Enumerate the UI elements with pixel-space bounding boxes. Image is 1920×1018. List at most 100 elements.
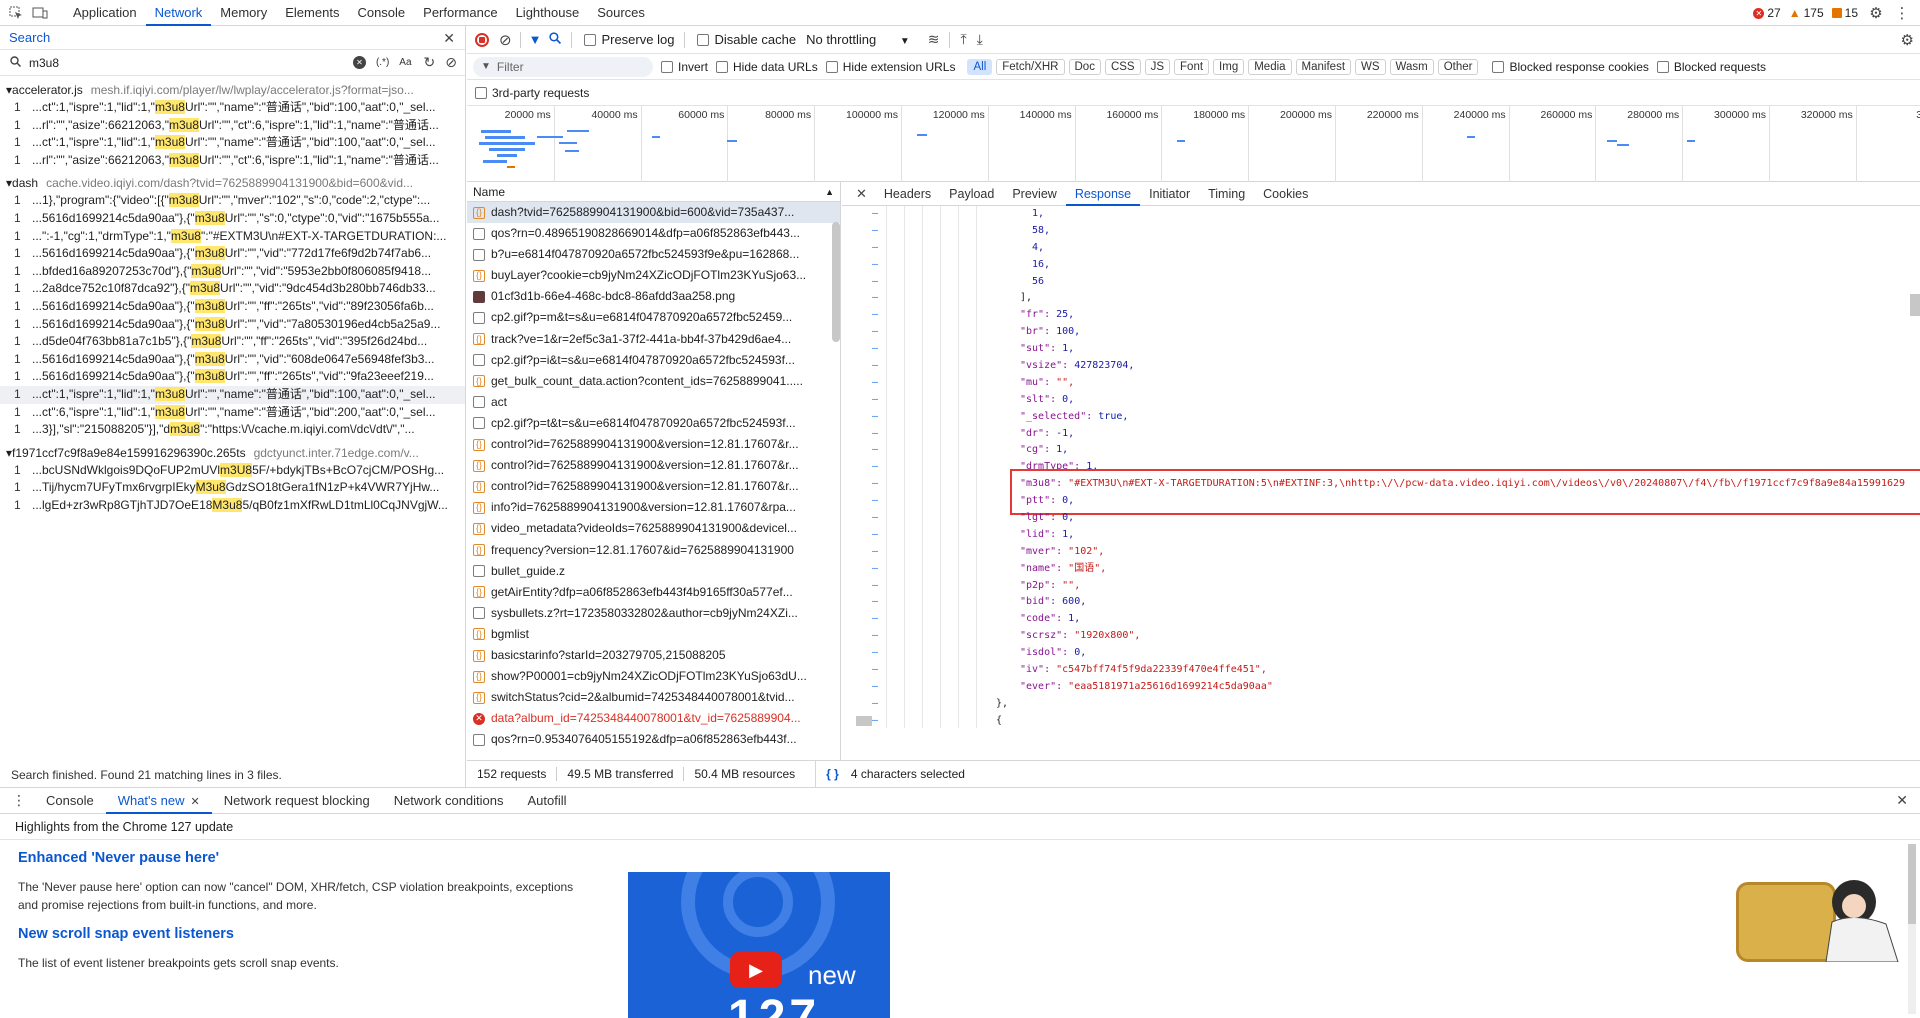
search-result-line[interactable]: 1 ...5616d1699214c5da90aa"},{"m3u8Url":""… <box>0 298 465 316</box>
drawer-tab-console[interactable]: Console <box>34 788 106 814</box>
response-viewer[interactable]: – 1, – 58, – 4, – 16, – 56 –], – "fr": 25, – "br": 100… <box>842 206 1920 728</box>
whats-new-title[interactable]: New scroll snap event listeners <box>18 926 578 942</box>
clear-results-icon[interactable]: ⊘ <box>445 54 457 71</box>
detail-tab-cookies[interactable]: Cookies <box>1254 182 1317 206</box>
request-row[interactable]: {} getAirEntity?dfp=a06f852863efb443f4b91… <box>467 582 840 603</box>
drawer-tab-what-s-new[interactable]: What's new ✕ <box>105 788 212 814</box>
search-result-line[interactable]: 1 ...Tij/hycm7UFyTmx6rvgrpIEkyM3u8GdzSO18… <box>0 479 465 497</box>
request-row[interactable]: {} control?id=7625889904131900&version=12… <box>467 476 840 497</box>
search-result-line[interactable]: 1 ...3}],"sl":"215088205"}],"dm3u8":"http… <box>0 421 465 439</box>
close-detail-icon[interactable]: ✕ <box>856 186 867 202</box>
request-row[interactable]: qos?rn=0.9534076405155192&dfp=a06f852863… <box>467 729 840 750</box>
request-row[interactable]: {} frequency?version=12.81.17607&id=76258… <box>467 540 840 561</box>
type-filter-all[interactable]: All <box>967 58 993 75</box>
close-search-icon[interactable]: ✕ <box>443 26 455 50</box>
more-options-icon[interactable]: ⋮ <box>1894 5 1910 22</box>
drawer-scrollbar[interactable] <box>1908 844 1916 1014</box>
name-column-header[interactable]: Name ▲ <box>467 182 840 202</box>
type-filter-manifest[interactable]: Manifest <box>1295 58 1352 75</box>
type-filter-font[interactable]: Font <box>1174 58 1210 75</box>
search-result-line[interactable]: 1 ...rl":"","asize":66212063,"m3u8Url":""… <box>0 117 465 135</box>
match-case-icon[interactable]: Aa <box>399 57 411 68</box>
disable-cache-checkbox[interactable] <box>697 33 710 46</box>
search-result-file[interactable]: ▾accelerator.js mesh.if.iqiyi.com/player/… <box>0 82 465 99</box>
inspect-element-icon[interactable] <box>8 5 24 21</box>
search-result-line[interactable]: 1 ...lgEd+zr3wRp8GTjhTJD7OeE18M3u85/qB0fz… <box>0 497 465 515</box>
search-result-file[interactable]: ▾f1971ccf7c9f8a9e84e159916296390c.265ts g… <box>0 445 465 462</box>
search-result-line[interactable]: 1 ...ct":1,"ispre":1,"lid":1,"m3u8Url":""… <box>0 99 465 117</box>
blocked-requests-checkbox[interactable] <box>1656 60 1669 73</box>
youtube-play-icon[interactable]: ▶ <box>730 952 782 988</box>
panel-tab-network[interactable]: Network <box>145 0 212 26</box>
panel-tab-lighthouse[interactable]: Lighthouse <box>507 0 589 26</box>
search-result-line[interactable]: 1 ...ct":6,"ispre":1,"lid":1,"m3u8Url":""… <box>0 404 465 422</box>
type-filter-css[interactable]: CSS <box>1104 58 1141 75</box>
type-filter-ws[interactable]: WS <box>1355 58 1386 75</box>
chrome-127-video-thumbnail[interactable]: ▶ new 127 <box>628 872 890 1018</box>
request-row[interactable]: {} basicstarinfo?starId=203279705,2150882… <box>467 645 840 666</box>
network-conditions-icon[interactable]: ≋ <box>928 31 940 48</box>
search-result-line[interactable]: 1 ...":-1,"cg":1,"drmType":1,"m3u8":"#EXT… <box>0 228 465 246</box>
search-result-line[interactable]: 1 ...5616d1699214c5da90aa"},{"m3u8Url":""… <box>0 368 465 386</box>
regex-toggle-icon[interactable]: (.*) <box>376 57 389 68</box>
search-input[interactable]: m3u8 <box>29 56 353 70</box>
request-row[interactable]: {} switchStatus?cid=2&albumid=74253484400… <box>467 687 840 708</box>
device-toolbar-icon[interactable] <box>32 5 48 21</box>
type-filter-wasm[interactable]: Wasm <box>1389 58 1434 75</box>
drawer-tab-network-conditions[interactable]: Network conditions <box>382 788 516 814</box>
drawer-menu-icon[interactable]: ⋮ <box>12 792 26 809</box>
request-list-scrollbar[interactable] <box>832 222 840 342</box>
type-filter-fetch-xhr[interactable]: Fetch/XHR <box>996 58 1065 75</box>
search-result-file[interactable]: ▾dash cache.video.iqiyi.com/dash?tvid=762… <box>0 175 465 192</box>
panel-tab-application[interactable]: Application <box>64 0 146 26</box>
detail-tab-initiator[interactable]: Initiator <box>1140 182 1199 206</box>
search-result-line[interactable]: 1 ...5616d1699214c5da90aa"},{"m3u8Url":""… <box>0 351 465 369</box>
search-result-line[interactable]: 1 ...bfded16a89207253c70d"},{"m3u8Url":""… <box>0 263 465 281</box>
detail-tab-payload[interactable]: Payload <box>940 182 1003 206</box>
horizontal-scrollbar[interactable] <box>856 716 872 726</box>
search-result-line[interactable]: 1 ...bcUSNdWklgois9DQoFUP2mUVlm3U85F/+bdy… <box>0 462 465 480</box>
panel-tab-performance[interactable]: Performance <box>414 0 506 26</box>
clear-log-icon[interactable]: ⊘ <box>499 31 512 49</box>
request-row[interactable]: act <box>467 392 840 413</box>
hide-extension-urls-checkbox[interactable] <box>825 60 838 73</box>
search-result-line[interactable]: 1 ...5616d1699214c5da90aa"},{"m3u8Url":""… <box>0 245 465 263</box>
panel-tab-sources[interactable]: Sources <box>588 0 654 26</box>
response-scrollbar[interactable] <box>1910 294 1920 316</box>
close-tab-icon[interactable]: ✕ <box>191 796 200 808</box>
type-filter-img[interactable]: Img <box>1213 58 1245 75</box>
preserve-log-checkbox[interactable] <box>584 33 597 46</box>
search-result-line[interactable]: 1 ...rl":"","asize":66212063,"m3u8Url":""… <box>0 152 465 170</box>
refresh-search-icon[interactable]: ↻ <box>424 54 436 71</box>
network-overview-timeline[interactable]: 20000 ms 40000 ms 60000 ms 80000 ms 100000 m… <box>467 106 1920 182</box>
search-panel-title[interactable]: Search <box>9 30 50 45</box>
search-result-line[interactable]: 1 ...1},"program":{"video":[{"m3u8Url":""… <box>0 192 465 210</box>
request-row[interactable]: ✕ data?album_id=7425348440078001&tv_id=76… <box>467 708 840 729</box>
invert-checkbox[interactable] <box>661 60 673 73</box>
request-row[interactable]: {} video_metadata?videoIds=76258899041319… <box>467 518 840 539</box>
pretty-print-icon[interactable]: { } <box>826 767 839 781</box>
request-row[interactable]: sysbullets.z?rt=1723580332802&author=cb9… <box>467 603 840 624</box>
search-result-line[interactable]: 1 ...2a8dce752c10f87dca92"},{"m3u8Url":""… <box>0 280 465 298</box>
search-result-line[interactable]: 1 ...ct":1,"ispre":1,"lid":1,"m3u8Url":""… <box>0 385 465 404</box>
search-result-line[interactable]: 1 ...ct":1,"ispre":1,"lid":1,"m3u8Url":""… <box>0 134 465 152</box>
hide-data-urls-checkbox[interactable] <box>716 60 729 73</box>
type-filter-other[interactable]: Other <box>1437 58 1479 75</box>
request-row[interactable]: qos?rn=0.48965190828669014&dfp=a06f85286… <box>467 223 840 244</box>
throttling-select[interactable]: No throttling ▼ <box>806 32 910 47</box>
request-row[interactable]: cp2.gif?p=m&t=s&u=e6814f047870920a6572fb… <box>467 307 840 328</box>
detail-tab-preview[interactable]: Preview <box>1003 182 1065 206</box>
request-row[interactable]: {} dash?tvid=7625889904131900&bid=600&vid… <box>467 202 840 224</box>
issue-counters[interactable]: ✕ 27 ▲ 175 15 <box>1753 6 1858 20</box>
clear-search-icon[interactable]: ✕ <box>352 56 366 69</box>
settings-gear-icon[interactable]: ⚙ <box>1868 5 1884 22</box>
request-row[interactable]: {} bgmlist <box>467 624 840 645</box>
search-result-line[interactable]: 1 ...d5de04f763bb81a7c1b5"},{"m3u8Url":""… <box>0 333 465 351</box>
search-result-line[interactable]: 1 ...5616d1699214c5da90aa"},{"m3u8Url":""… <box>0 210 465 228</box>
request-row[interactable]: {} get_bulk_count_data.action?content_ids… <box>467 371 840 392</box>
request-row[interactable]: cp2.gif?p=i&t=s&u=e6814f047870920a6572fb… <box>467 350 840 371</box>
request-row[interactable]: {} buyLayer?cookie=cb9jyNm24XZicODjFOTlm2… <box>467 265 840 286</box>
request-row[interactable]: {} track?ve=1&r=2ef5c3a1-37f2-441a-bb4f-3… <box>467 329 840 350</box>
drawer-tab-autofill[interactable]: Autofill <box>516 788 579 814</box>
request-row[interactable]: {} show?P00001=cb9jyNm24XZicODjFOTlm23KYu… <box>467 666 840 687</box>
